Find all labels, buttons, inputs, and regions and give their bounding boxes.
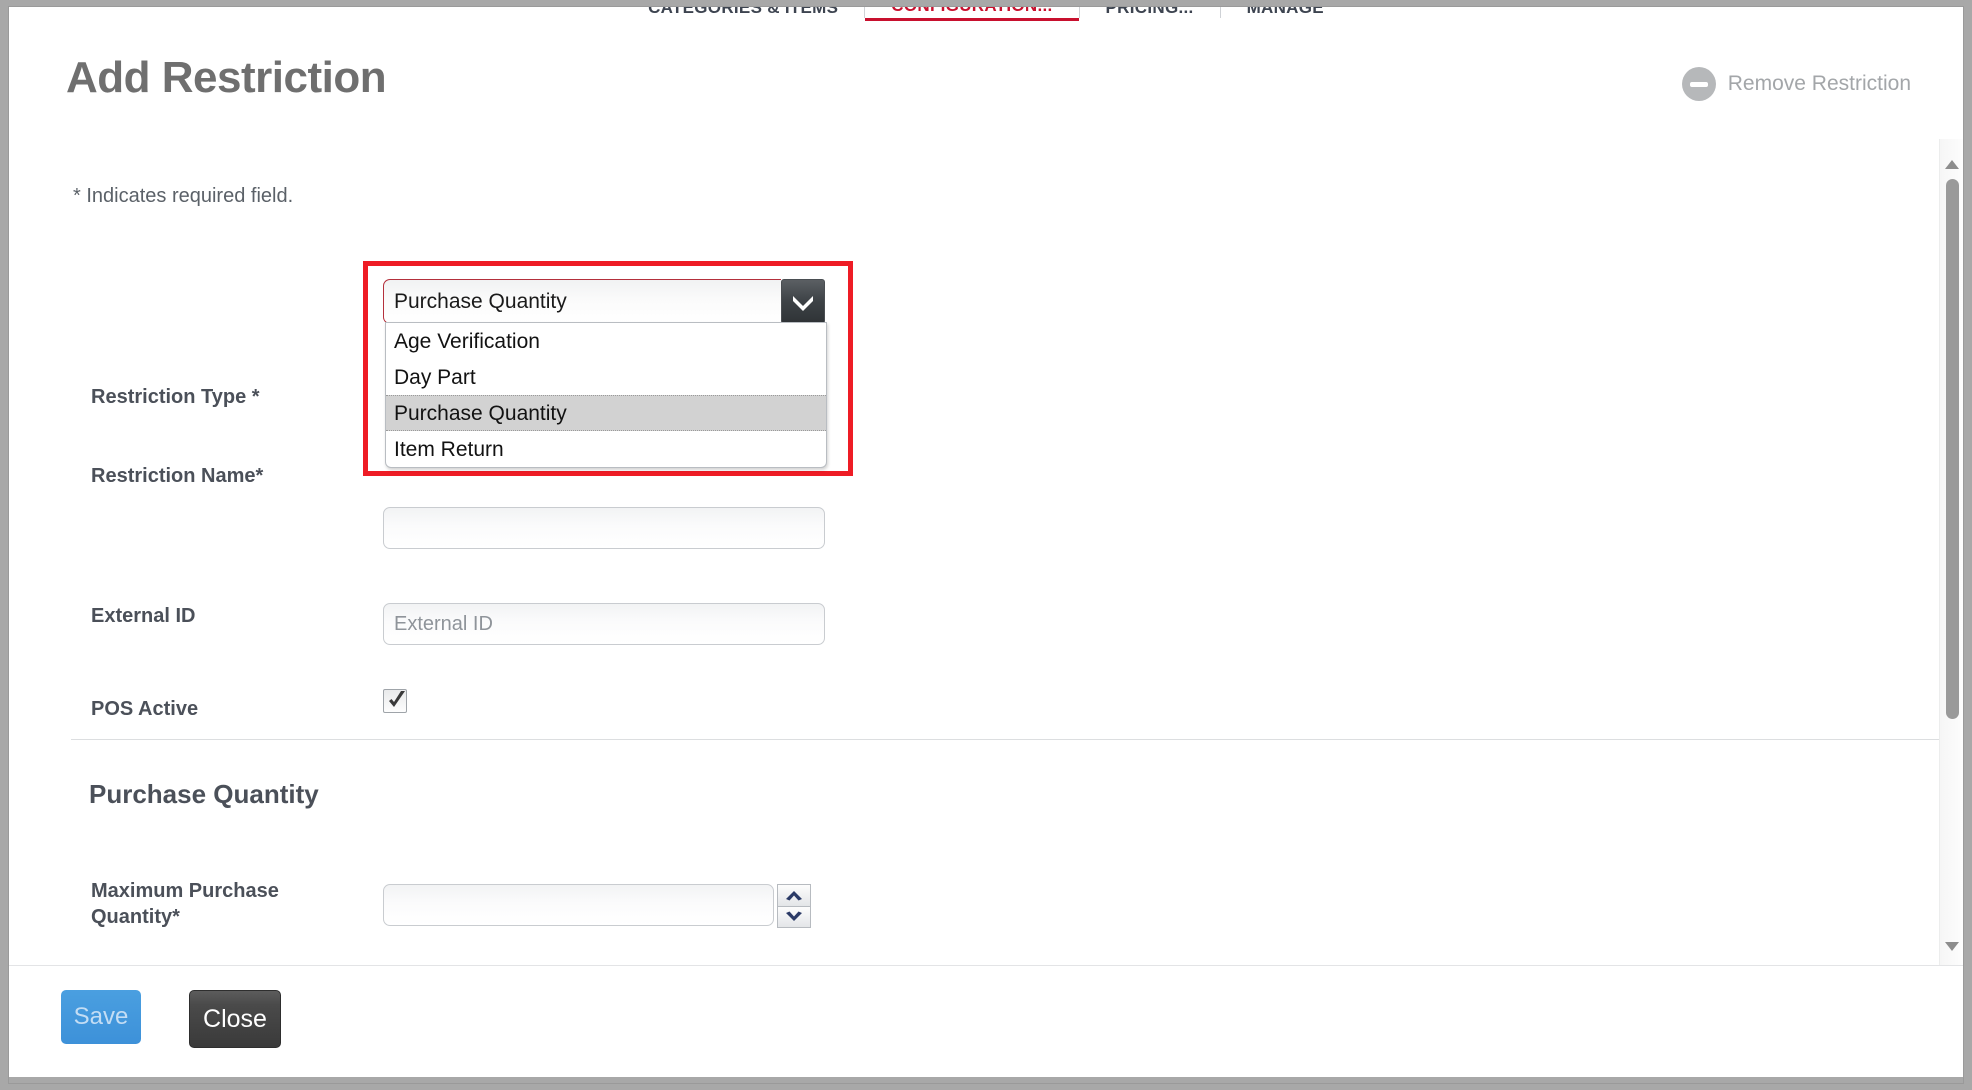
scrollbar-up-button[interactable]	[1940, 153, 1963, 175]
max-purchase-quantity-label: Maximum Purchase Quantity*	[91, 880, 279, 928]
restriction-type-dropdown-toggle[interactable]	[781, 279, 825, 324]
nav-tab-manage[interactable]: MANAGE	[1221, 7, 1350, 18]
restriction-name-label: Restriction Name*	[91, 465, 264, 487]
restriction-name-input[interactable]	[383, 507, 825, 549]
max-purchase-quantity-field	[383, 884, 811, 928]
close-button[interactable]: Close	[189, 990, 281, 1048]
stepper-up-button[interactable]	[777, 884, 811, 907]
section-divider	[71, 739, 1941, 740]
restriction-type-option-age-verification[interactable]: Age Verification	[386, 323, 826, 359]
add-restriction-window: CATEGORIES & ITEMS CONFIGURATION... PRIC…	[8, 6, 1964, 1084]
restriction-type-option-purchase-quantity[interactable]: Purchase Quantity	[386, 395, 826, 431]
nav-tab-categories-items[interactable]: CATEGORIES & ITEMS	[622, 7, 864, 18]
required-field-note: * Indicates required field.	[73, 185, 294, 207]
max-purchase-quantity-stepper[interactable]	[777, 884, 811, 928]
page-title: Add Restriction	[66, 53, 387, 102]
triangle-down-icon	[1945, 941, 1959, 951]
scrollbar-down-button[interactable]	[1940, 935, 1963, 957]
restriction-type-option-list[interactable]: Age Verification Day Part Purchase Quant…	[385, 322, 827, 468]
form-footer: Save Close	[9, 965, 1963, 1083]
remove-restriction-label: Remove Restriction	[1727, 72, 1911, 95]
page-header: Add Restriction Remove Restriction	[9, 21, 1963, 146]
chevron-down-icon	[793, 295, 813, 311]
scrollbar-thumb[interactable]	[1946, 179, 1959, 719]
nav-tab-configuration[interactable]: CONFIGURATION...	[865, 7, 1079, 21]
top-navigation-items: CATEGORIES & ITEMS CONFIGURATION... PRIC…	[9, 7, 1963, 21]
restriction-type-label: Restriction Type *	[91, 386, 260, 408]
chevron-down-icon	[786, 911, 802, 922]
restriction-type-combo[interactable]	[383, 279, 825, 324]
restriction-type-option-item-return[interactable]: Item Return	[386, 431, 826, 467]
restriction-form: * Indicates required field. Restriction …	[9, 139, 1963, 965]
chevron-up-icon	[786, 890, 802, 901]
minus-circle-icon	[1681, 67, 1716, 101]
external-id-label: External ID	[91, 605, 196, 627]
window-bottom-strip	[9, 1077, 1963, 1083]
stepper-down-button[interactable]	[777, 906, 811, 928]
checkmark-icon	[389, 691, 405, 707]
form-scrollbar[interactable]	[1939, 139, 1963, 965]
pos-active-checkbox[interactable]	[383, 689, 407, 713]
remove-restriction-button[interactable]: Remove Restriction	[1681, 67, 1911, 101]
purchase-quantity-section-heading: Purchase Quantity	[89, 779, 319, 809]
max-purchase-quantity-input[interactable]	[383, 884, 774, 926]
screenshot-root: CATEGORIES & ITEMS CONFIGURATION... PRIC…	[0, 0, 1972, 1090]
external-id-input[interactable]	[383, 603, 825, 645]
restriction-type-input[interactable]	[383, 279, 781, 324]
top-navigation-bar: CATEGORIES & ITEMS CONFIGURATION... PRIC…	[9, 7, 1963, 21]
restriction-type-option-day-part[interactable]: Day Part	[386, 359, 826, 395]
save-button[interactable]: Save	[61, 990, 141, 1044]
triangle-up-icon	[1945, 159, 1959, 169]
pos-active-label: POS Active	[91, 698, 199, 720]
nav-tab-pricing[interactable]: PRICING...	[1080, 7, 1220, 18]
